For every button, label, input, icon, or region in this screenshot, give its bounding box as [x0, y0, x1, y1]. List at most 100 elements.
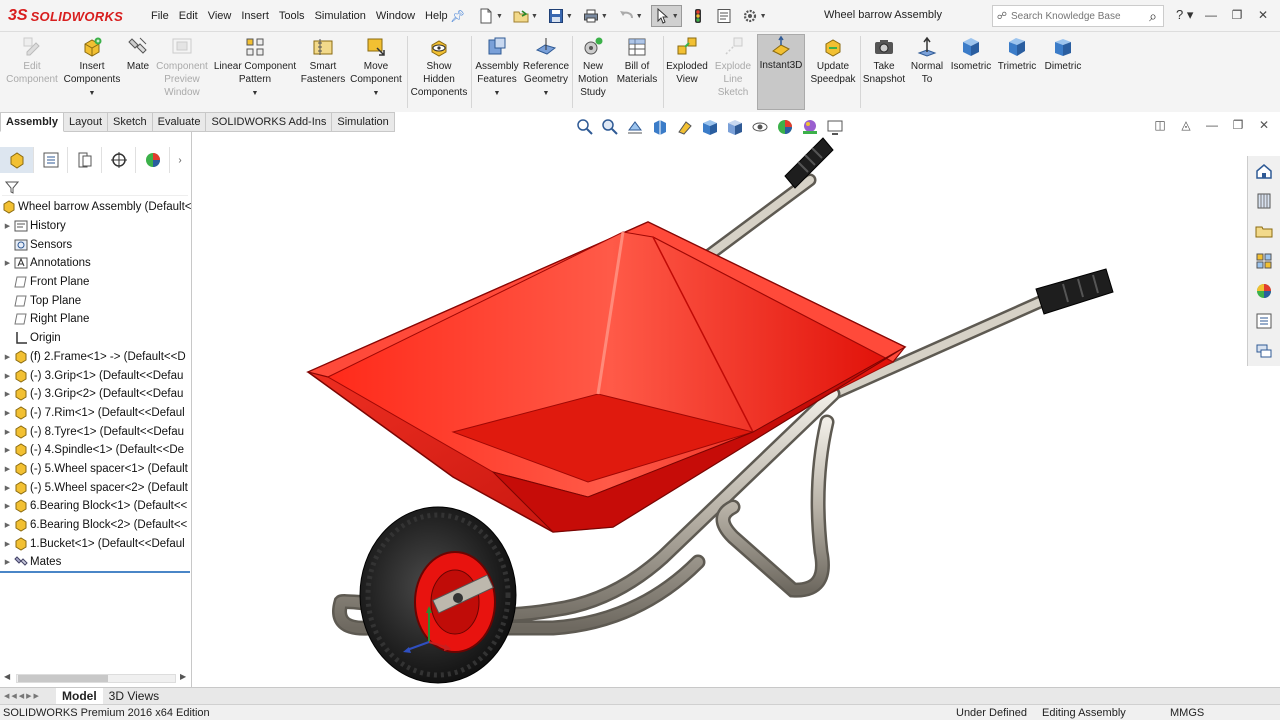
expand-arrow-icon[interactable]: ▶ [3, 390, 12, 398]
viewport-restore-icon[interactable]: ❐ [1230, 118, 1246, 132]
edit-component-button[interactable]: Edit Component [4, 36, 60, 86]
trimetric-button[interactable]: Trimetric [994, 36, 1040, 73]
search-icon[interactable]: ⌕ [1143, 8, 1163, 25]
print-button[interactable]: ▼ [581, 5, 610, 27]
tree-item-annotations[interactable]: ▶ Annotations [0, 254, 192, 273]
expand-arrow-icon[interactable]: ▶ [3, 558, 12, 566]
menu-file[interactable]: File [146, 10, 174, 22]
normal-to-button[interactable]: Normal To [906, 36, 948, 86]
spindle[interactable] [453, 593, 463, 603]
tree-item-component[interactable]: ▶ 6.Bearing Block<1> (Default<< [0, 497, 192, 516]
new-motion-study-button[interactable]: New Motion Study [574, 36, 612, 99]
exploded-view-button[interactable]: Exploded View [664, 36, 710, 86]
tree-item-origin[interactable]: Origin [0, 329, 192, 348]
expand-arrow-icon[interactable]: ▶ [3, 259, 12, 267]
file-explorer-tab[interactable] [1248, 216, 1280, 246]
explode-line-sketch-button[interactable]: Explode Line Sketch [710, 36, 756, 99]
viewport-tile-left-icon[interactable]: ◫ [1152, 118, 1168, 132]
tree-item-history[interactable]: ▶ History [0, 217, 192, 236]
menu-window[interactable]: Window [371, 10, 420, 22]
tree-item-front-plane[interactable]: Front Plane [0, 273, 192, 292]
insert-components-dropdown-icon[interactable]: ▼ [89, 87, 96, 100]
expand-arrow-icon[interactable]: ▶ [3, 428, 12, 436]
tab-layout[interactable]: Layout [63, 112, 109, 132]
tab-sketch[interactable]: Sketch [108, 112, 153, 132]
tree-filter[interactable] [2, 178, 188, 196]
tree-item-component[interactable]: ▶ (-) 3.Grip<1> (Default<<Defau [0, 366, 192, 385]
pin-menu-icon[interactable]: 📌︎ [450, 9, 465, 23]
linear-component-pattern-button[interactable]: Linear Component Pattern ▼ [212, 36, 298, 100]
smart-fasteners-button[interactable]: Smart Fasteners [300, 36, 346, 86]
design-library-tab[interactable] [1248, 186, 1280, 216]
help-icon[interactable]: ? ▾ [1176, 7, 1193, 23]
custom-properties-tab[interactable] [1248, 306, 1280, 336]
update-speedpak-button[interactable]: Update Speedpak [808, 36, 858, 86]
bill-of-materials-button[interactable]: Bill of Materials [614, 36, 660, 86]
tree-item-component[interactable]: ▶ (-) 4.Spindle<1> (Default<<De [0, 441, 192, 460]
wheelbarrow-model[interactable] [193, 132, 1247, 687]
tab-assembly[interactable]: Assembly [0, 112, 64, 132]
tree-item-sensors[interactable]: Sensors [0, 235, 192, 254]
tab-3d-views[interactable]: 3D Views [103, 688, 165, 705]
component-preview-window-button[interactable]: Component Preview Window [154, 36, 210, 99]
expand-arrow-icon[interactable]: ▶ [3, 521, 12, 529]
reference-geometry-dropdown-icon[interactable]: ▼ [543, 87, 550, 100]
tab-navigation-arrows[interactable]: ◀◀◀▶▶ [0, 692, 56, 700]
show-hidden-components-button[interactable]: Show Hidden Components [408, 36, 470, 99]
close-icon[interactable]: ✕ [1252, 4, 1274, 26]
viewport-close-icon[interactable]: ✕ [1256, 118, 1272, 132]
forum-tab[interactable] [1248, 336, 1280, 366]
tree-item-top-plane[interactable]: Top Plane [0, 291, 192, 310]
tree-item-component[interactable]: ▶ (-) 8.Tyre<1> (Default<<Defau [0, 422, 192, 441]
dimxpert-manager-tab[interactable] [102, 147, 136, 173]
viewport-minimize-icon[interactable]: — [1204, 118, 1220, 132]
tree-item-component[interactable]: ▶ (f) 2.Frame<1> -> (Default<<D [0, 348, 192, 367]
scroll-right-icon[interactable]: ▶ [180, 672, 186, 681]
tab-simulation[interactable]: Simulation [332, 112, 395, 132]
tree-item-component[interactable]: ▶ 6.Bearing Block<2> (Default<< [0, 516, 192, 535]
solidworks-logo[interactable]: 3S SOLIDWORKS [8, 4, 123, 28]
appearances-tab[interactable] [1248, 276, 1280, 306]
take-snapshot-button[interactable]: Take Snapshot [862, 36, 906, 86]
tab-evaluate[interactable]: Evaluate [152, 112, 207, 132]
expand-arrow-icon[interactable]: ▶ [3, 353, 12, 361]
select-button[interactable]: ▼ [650, 5, 682, 27]
dimetric-button[interactable]: Dimetric [1040, 36, 1086, 73]
menu-insert[interactable]: Insert [236, 10, 274, 22]
search-input[interactable] [1011, 10, 1143, 22]
scroll-thumb[interactable] [18, 675, 108, 682]
rebuild-button[interactable] [688, 5, 708, 27]
status-units[interactable]: MMGS [1170, 707, 1204, 719]
search-scope-icon[interactable]: ☍ [993, 11, 1011, 22]
menu-edit[interactable]: Edit [174, 10, 203, 22]
view-palette-tab[interactable] [1248, 246, 1280, 276]
insert-components-button[interactable]: Insert Components ▼ [62, 36, 122, 100]
property-manager-tab[interactable] [34, 147, 68, 173]
viewport-tile-right-icon[interactable]: ◬ [1178, 118, 1194, 132]
menu-view[interactable]: View [203, 10, 237, 22]
move-component-dropdown-icon[interactable]: ▼ [373, 87, 380, 100]
scroll-left-icon[interactable]: ◀ [4, 672, 10, 681]
expand-arrow-icon[interactable]: ▶ [3, 222, 12, 230]
assembly-features-dropdown-icon[interactable]: ▼ [494, 87, 501, 100]
minimize-icon[interactable]: — [1200, 4, 1222, 26]
tree-item-component[interactable]: ▶ (-) 3.Grip<2> (Default<<Defau [0, 385, 192, 404]
move-component-button[interactable]: Move Component ▼ [348, 36, 404, 100]
expand-arrow-icon[interactable]: ▶ [3, 372, 12, 380]
grip-lower[interactable] [1035, 268, 1114, 315]
menu-help[interactable]: Help [420, 10, 453, 22]
options-button[interactable]: ▼ [740, 5, 769, 27]
reference-geometry-button[interactable]: Reference Geometry ▼ [522, 36, 570, 100]
tree-item-component[interactable]: ▶ 1.Bucket<1> (Default<<Defaul [0, 534, 192, 553]
expand-arrow-icon[interactable]: ▶ [3, 540, 12, 548]
solidworks-resources-tab[interactable] [1248, 156, 1280, 186]
file-properties-button[interactable] [714, 5, 734, 27]
feature-manager-tab[interactable] [0, 147, 34, 173]
configuration-manager-tab[interactable] [68, 147, 102, 173]
isometric-button[interactable]: Isometric [948, 36, 994, 73]
tree-item-component[interactable]: ▶ (-) 5.Wheel spacer<1> (Default [0, 460, 192, 479]
tab-model[interactable]: Model [56, 687, 103, 705]
tree-item-right-plane[interactable]: Right Plane [0, 310, 192, 329]
menu-tools[interactable]: Tools [274, 10, 310, 22]
linear-pattern-dropdown-icon[interactable]: ▼ [252, 87, 259, 100]
